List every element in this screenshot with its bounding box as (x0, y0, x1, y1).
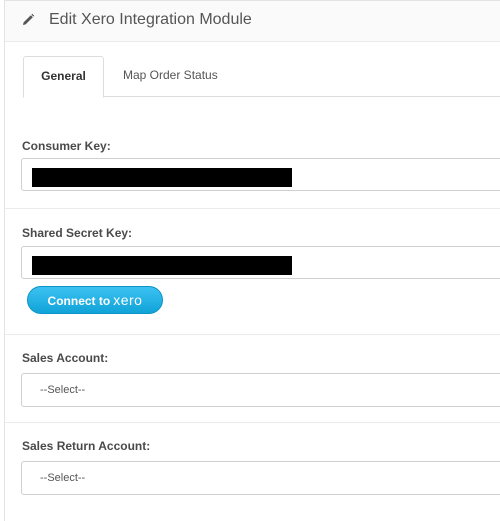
sales-return-account-select[interactable]: --Select-- (21, 461, 500, 495)
pencil-icon (23, 13, 35, 25)
shared-secret-key-input[interactable] (21, 246, 500, 279)
connect-to-xero-button[interactable]: Connect to xero (27, 286, 163, 314)
tab-map-order-status[interactable]: Map Order Status (121, 56, 220, 95)
redacted-value (32, 168, 292, 187)
sales-account-label: Sales Account: (22, 351, 109, 365)
consumer-key-input[interactable] (21, 158, 500, 191)
page-title: Edit Xero Integration Module (49, 11, 252, 28)
connect-button-label: Connect to (47, 294, 111, 308)
shared-secret-key-label: Shared Secret Key: (22, 226, 133, 240)
consumer-key-label: Consumer Key: (22, 139, 111, 153)
tab-general[interactable]: General (23, 56, 104, 98)
sales-account-select[interactable]: --Select-- (21, 373, 500, 407)
divider (5, 422, 500, 423)
divider (5, 208, 500, 209)
tab-bar: General Map Order Status (23, 56, 500, 98)
divider (5, 334, 500, 335)
panel-heading: Edit Xero Integration Module (5, 1, 500, 42)
redacted-value (32, 256, 292, 275)
xero-logo: xero (113, 292, 143, 308)
sales-return-account-label: Sales Return Account: (22, 439, 151, 453)
module-panel: Edit Xero Integration Module General Map… (4, 0, 500, 521)
